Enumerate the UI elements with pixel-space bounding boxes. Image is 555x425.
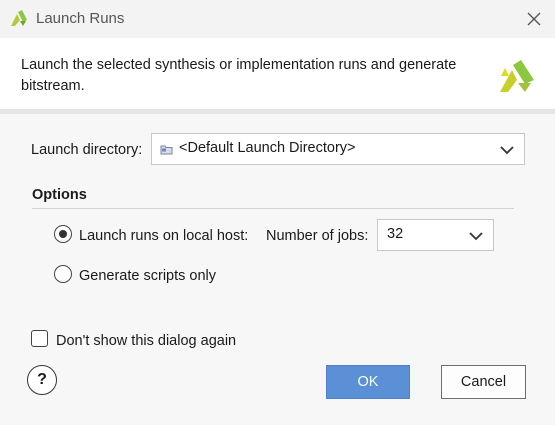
launch-directory-select[interactable]: <Default Launch Directory>: [151, 133, 525, 165]
jobs-label: Number of jobs:: [266, 228, 369, 244]
help-icon: ?: [37, 371, 47, 388]
dialog-header: Launch the selected synthesis or impleme…: [0, 38, 555, 110]
scripts-only-label[interactable]: Generate scripts only: [79, 268, 216, 284]
vivado-logo-icon: [11, 10, 27, 26]
jobs-value: 32: [387, 226, 404, 242]
folder-icon: [160, 145, 173, 155]
local-host-label[interactable]: Launch runs on local host:: [79, 228, 248, 244]
cancel-button[interactable]: Cancel: [441, 365, 526, 399]
window-title: Launch Runs: [36, 10, 125, 27]
dont-show-checkbox[interactable]: [31, 330, 48, 347]
title-bar: Launch Runs: [0, 0, 555, 38]
chevron-down-icon: [469, 232, 483, 241]
options-divider: [32, 208, 514, 209]
local-host-radio[interactable]: [54, 225, 72, 243]
chevron-down-icon: [500, 146, 514, 155]
dialog-description: Launch the selected synthesis or impleme…: [21, 57, 457, 94]
vivado-logo-icon: [500, 60, 534, 92]
ok-button[interactable]: OK: [326, 365, 410, 399]
launch-directory-value: <Default Launch Directory>: [179, 140, 356, 156]
help-button[interactable]: ?: [27, 365, 57, 395]
radio-selected-dot: [58, 229, 67, 238]
options-section-title: Options: [32, 187, 87, 203]
close-icon[interactable]: [521, 7, 547, 31]
dont-show-label[interactable]: Don't show this dialog again: [56, 333, 236, 349]
scripts-only-radio[interactable]: [54, 265, 72, 283]
jobs-select[interactable]: 32: [377, 219, 494, 251]
launch-directory-label: Launch directory:: [31, 142, 143, 158]
